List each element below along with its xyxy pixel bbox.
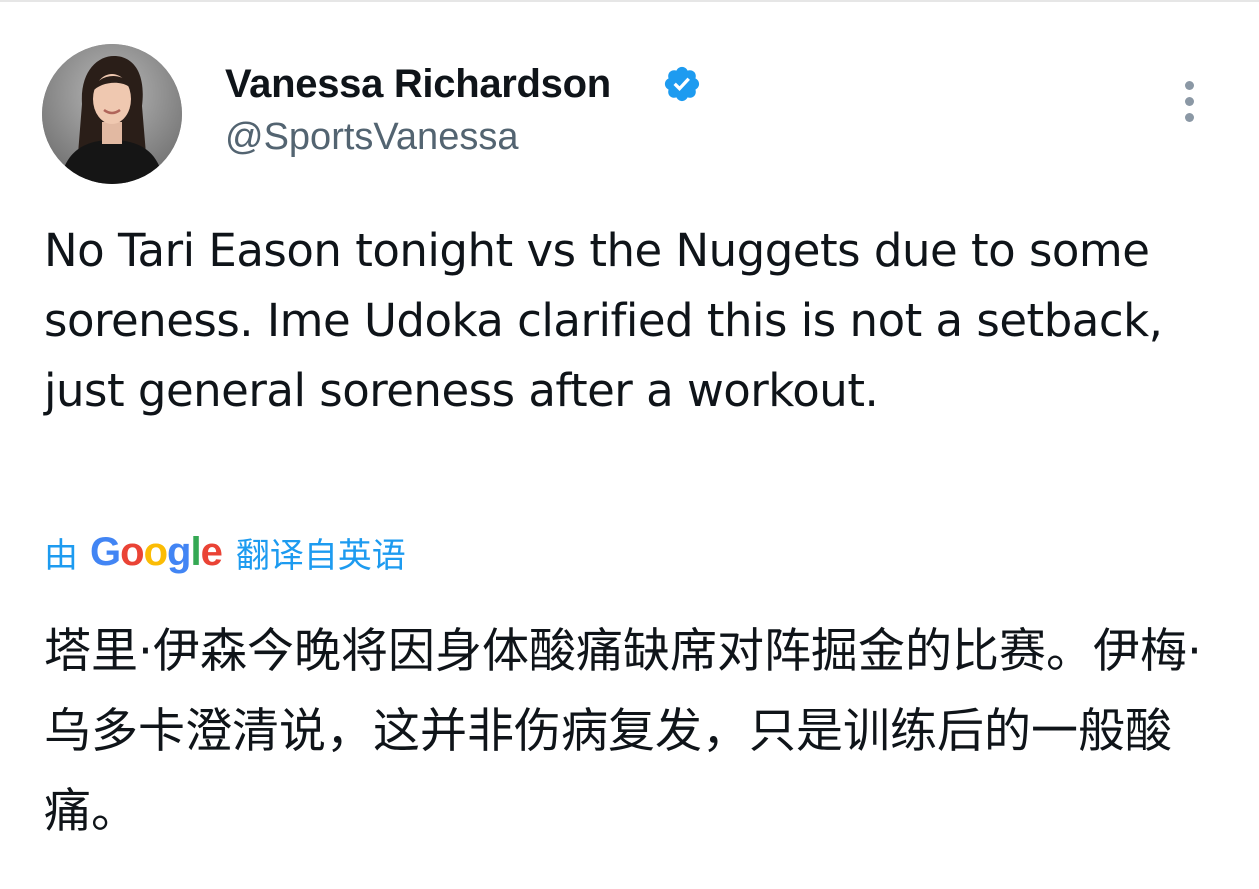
translated-tweet-text: 塔里·伊森今晚将因身体酸痛缺席对阵掘金的比赛。伊梅·乌多卡澄清说，这并非伤病复发… [44,624,1202,839]
author-handle[interactable]: @SportsVanessa [225,112,518,162]
google-logo-letter: g [167,529,191,574]
avatar[interactable] [42,44,182,184]
author-display-name[interactable]: Vanessa Richardson [225,58,611,110]
more-vertical-icon [1184,96,1194,106]
translation-attribution[interactable]: 由 Google 翻译自英语 [44,528,406,576]
translation-source-label: 翻译自英语 [235,535,406,576]
translation-by-label: 由 [44,535,78,576]
tweet-text: No Tari Eason tonight vs the Nuggets due… [44,224,1163,417]
google-logo-letter: o [143,529,168,574]
google-logo: Google [90,529,223,575]
google-logo-letter: o [120,529,144,574]
more-vertical-icon [1184,112,1194,122]
google-logo-letter: l [190,529,201,574]
more-options-button[interactable] [1170,72,1208,130]
more-vertical-icon [1184,80,1194,90]
verified-badge-icon [664,66,700,102]
google-logo-letter: e [200,529,223,574]
top-divider [0,0,1259,2]
google-logo-letter: G [90,529,121,574]
